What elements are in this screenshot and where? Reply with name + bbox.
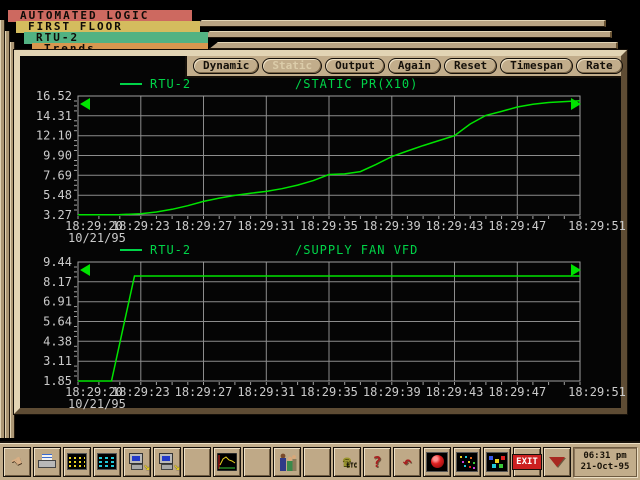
download-arrow-icon: ↘ [143,460,150,473]
trend-graph-button[interactable] [213,447,241,477]
desktop: { "titles": [ {"label": "AUTOMATED LOGIC… [0,0,640,480]
again-button[interactable]: Again [388,58,441,74]
clock-date: 21-Oct-95 [581,462,630,473]
menu-down-arrow-icon [549,457,565,467]
svg-text:4.38: 4.38 [43,334,72,348]
print-button[interactable] [33,447,61,477]
svg-text:18:29:39: 18:29:39 [363,219,421,233]
svg-text:18:29:39: 18:29:39 [363,385,421,399]
empty-slot-1 [183,447,211,477]
workstation-download-icon-2: ↘ [157,453,177,471]
occupants-button[interactable] [273,447,301,477]
taskbar-menu-button[interactable] [543,447,571,477]
undo-button[interactable]: ↶ [393,447,421,477]
alarm-ball-icon [426,452,448,472]
svg-text:18:29:27: 18:29:27 [175,219,233,233]
download-arrow-icon-2: ↘ [173,460,180,473]
printer-icon [38,454,56,470]
empty-slot-2 [243,447,271,477]
pointing-hand-button[interactable]: ☚ [3,447,31,477]
window1-top-border [193,20,606,27]
svg-text:18:29:43: 18:29:43 [426,385,484,399]
static-button[interactable]: Static [262,58,322,74]
svg-text:9.44: 9.44 [43,255,72,269]
exit-label: EXIT [512,454,542,470]
svg-text:18:29:35: 18:29:35 [300,385,358,399]
trend-graph-icon [217,453,237,471]
telephone-etc-button[interactable]: ☎ETC [333,447,361,477]
clock-time: 06:31 pm [583,451,626,462]
taskbar: ☚ ↘ ↘ [0,441,640,480]
trend-toolbar: Dynamic Static Output Again Reset Timesp… [185,56,621,78]
workstation-download-button[interactable]: ↘ [123,447,151,477]
color-digits-icon [456,452,478,472]
help-button[interactable]: ? [363,447,391,477]
scroll-left-arrow-icon[interactable] [80,264,90,276]
svg-text:RTU-2: RTU-2 [150,77,191,91]
svg-text:12.10: 12.10 [36,129,72,143]
svg-text:RTU-2: RTU-2 [150,243,191,257]
empty-slot-3 [303,447,331,477]
svg-text:10/21/95: 10/21/95 [68,397,126,411]
color-digits-button[interactable] [453,447,481,477]
window3-top-border [209,42,618,49]
static-pressure-trend-chart: 16.5214.3112.109.907.695.483.2718:29:201… [20,78,621,244]
amber-status-display-icon [67,453,87,470]
etc-label: ETC [346,459,357,473]
svg-text:18:29:47: 18:29:47 [488,219,546,233]
alarm-button[interactable] [423,447,451,477]
supply-fan-vfd-trend-svg: 9.448.176.915.644.383.111.8518:29:2018:2… [20,244,621,410]
rate-button[interactable]: Rate [576,58,623,74]
svg-text:10/21/95: 10/21/95 [68,231,126,245]
output-button[interactable]: Output [325,58,385,74]
svg-text:18:29:31: 18:29:31 [237,385,295,399]
svg-text:18:29:51: 18:29:51 [568,219,626,233]
static-pressure-trend-svg: 16.5214.3112.109.907.695.483.2718:29:201… [20,78,621,244]
window2-top-border [201,31,612,38]
svg-text:5.64: 5.64 [43,315,72,329]
graphics-display-button[interactable] [93,447,121,477]
svg-text:/SUPPLY FAN VFD: /SUPPLY FAN VFD [295,243,418,257]
logic-blocks-icon [486,452,508,472]
svg-text:7.69: 7.69 [43,168,72,182]
svg-text:8.17: 8.17 [43,275,72,289]
question-mark-icon: ? [372,453,381,471]
svg-text:6.91: 6.91 [43,295,72,309]
svg-text:16.52: 16.52 [36,89,72,103]
svg-text:/STATIC PR(X10): /STATIC PR(X10) [295,77,418,91]
svg-text:14.31: 14.31 [36,109,72,123]
svg-text:18:29:47: 18:29:47 [488,385,546,399]
status-display-button[interactable] [63,447,91,477]
reset-button[interactable]: Reset [444,58,497,74]
dynamic-button[interactable]: Dynamic [193,58,259,74]
svg-text:5.48: 5.48 [43,188,72,202]
svg-text:18:29:31: 18:29:31 [237,219,295,233]
supply-fan-vfd-trend-chart: 9.448.176.915.644.383.111.8518:29:2018:2… [20,244,621,410]
logic-blocks-button[interactable] [483,447,511,477]
scroll-left-arrow-icon[interactable] [80,98,90,110]
workstation-download-button-2[interactable]: ↘ [153,447,181,477]
exit-button[interactable]: EXIT [513,447,541,477]
svg-text:18:29:51: 18:29:51 [568,385,626,399]
pointing-hand-icon: ☚ [9,452,24,471]
svg-text:18:29:35: 18:29:35 [300,219,358,233]
svg-text:18:29:43: 18:29:43 [426,219,484,233]
workstation-download-icon: ↘ [127,453,147,471]
trends-window-content: Dynamic Static Output Again Reset Timesp… [20,56,621,408]
svg-text:9.90: 9.90 [43,149,72,163]
clock-panel: 06:31 pm 21-Oct-95 [573,447,637,477]
timespan-button[interactable]: Timespan [500,58,573,74]
occupants-icon [277,452,297,472]
cyan-graphics-display-icon [97,453,117,470]
telephone-icon: ☎ETC [343,455,351,469]
undo-arrow-icon: ↶ [402,453,411,471]
svg-text:3.11: 3.11 [43,354,72,368]
svg-text:18:29:27: 18:29:27 [175,385,233,399]
trends-window: Dynamic Static Output Again Reset Timesp… [14,50,627,414]
